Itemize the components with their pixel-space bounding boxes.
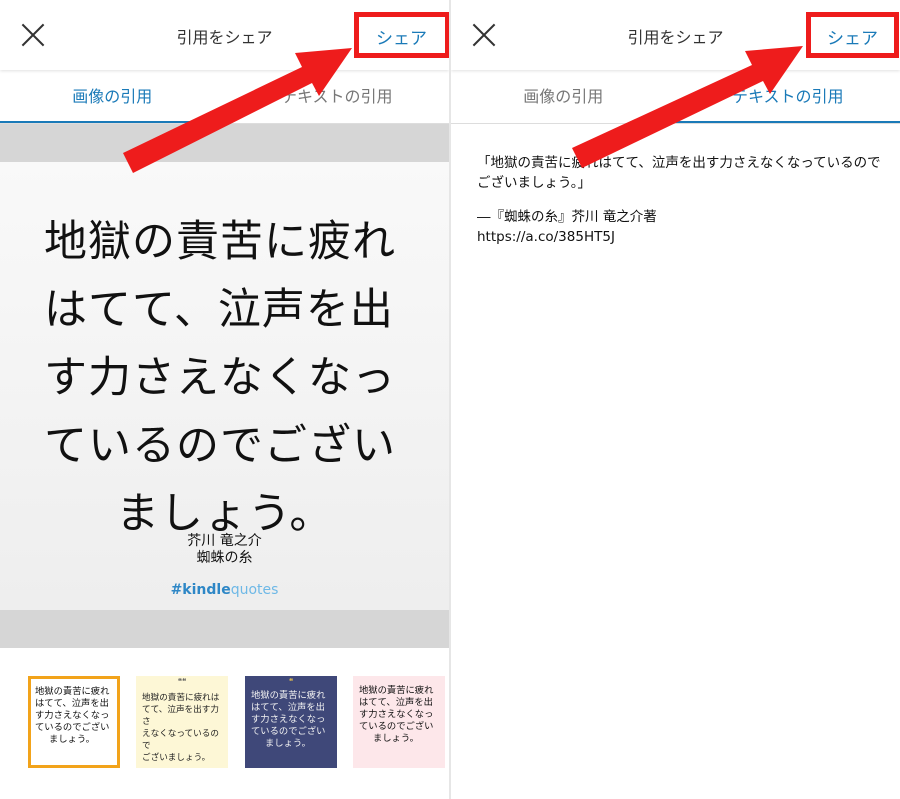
thumb-line: ましょう。 [373, 733, 419, 744]
quote-tabs: 画像の引用 テキストの引用 [0, 70, 449, 124]
thumb-line: ましょう。 [265, 738, 311, 749]
quote-tabs: 画像の引用 テキストの引用 [451, 70, 900, 124]
quote-marks-icon: ❝❝ [177, 677, 187, 686]
thumb-line: はてて、泣声を出 [251, 702, 325, 713]
thumbnail-style-yellow[interactable]: ❝❝ 地獄の責苦に疲れは てて、泣声を出す力さ えなくなっているので ございまし… [136, 676, 228, 768]
hashtag-quotes: quotes [230, 582, 279, 598]
quote-text: 地獄の責苦に疲れ はてて、泣声を出 す力さえなくなっ ているのでござい ましょう… [44, 208, 412, 548]
text-quote-attribution: ―『蜘蛛の糸』芥川 竜之介著 [477, 209, 657, 225]
quote-line: す力さえなくなっ [44, 353, 396, 403]
tab-image-quote[interactable]: 画像の引用 [451, 70, 676, 124]
quote-line: はてて、泣声を出 [44, 285, 394, 335]
thumb-line: 地獄の責苦に疲れは [142, 693, 220, 703]
share-highlight-box [354, 12, 449, 58]
thumbnail-style-navy[interactable]: ❝ 地獄の責苦に疲れ はてて、泣声を出 す力さえなくなっ ているのでござい まし… [245, 676, 337, 768]
thumb-line: 地獄の責苦に疲れ [251, 690, 326, 701]
quote-line: 地獄の責苦に疲れ [44, 217, 396, 267]
share-highlight-box [806, 12, 899, 58]
thumb-line: はてて、泣声を出 [359, 697, 433, 708]
text-quote-body: 「地獄の責苦に疲れはてて、泣声を出す力さえなくなっているのでございましょう。」 [477, 155, 881, 191]
thumb-line: す力さえなくなっ [251, 714, 326, 725]
thumb-line: 地獄の責苦に疲れ [359, 685, 434, 696]
tabs-divider [0, 123, 449, 124]
tab-text-quote[interactable]: テキストの引用 [675, 70, 900, 124]
tab-image-quote[interactable]: 画像の引用 [0, 70, 225, 124]
hashtag-kindle: #kindle [170, 582, 231, 598]
thumb-line: 地獄の責苦に疲れ [35, 686, 110, 697]
text-quote-screen: 引用をシェア シェア 画像の引用 テキストの引用 「地獄の責苦に疲れはてて、泣声… [451, 0, 900, 799]
quote-marks-icon: ❝ [288, 677, 294, 686]
quote-line: ているのでござい [44, 421, 396, 471]
tabs-divider [451, 123, 900, 124]
thumb-line: ているのでござい [359, 721, 434, 732]
thumb-line: ましょう。 [49, 734, 95, 745]
thumb-line: ているのでござい [251, 726, 326, 737]
thumb-line: てて、泣声を出す力さ [142, 705, 219, 727]
thumb-line: ているのでござい [35, 722, 110, 733]
tab-text-quote[interactable]: テキストの引用 [225, 70, 450, 124]
style-thumbnails: 地獄の責苦に疲れ はてて、泣声を出 す力さえなくなっ ているのでござい ましょう… [0, 648, 449, 799]
thumb-line: す力さえなくなっ [359, 709, 434, 720]
thumb-line: ございましょう。 [142, 753, 211, 763]
thumb-line: えなくなっているので [142, 729, 219, 751]
thumbnail-style-white[interactable]: 地獄の責苦に疲れ はてて、泣声を出 す力さえなくなっ ているのでござい ましょう… [28, 676, 120, 768]
text-quote-link[interactable]: https://a.co/385HT5J [477, 227, 887, 247]
hashtag: #kindlequotes [0, 582, 449, 598]
thumb-line: す力さえなくなっ [35, 710, 110, 721]
image-quote-screen: 引用をシェア シェア 画像の引用 テキストの引用 地獄の責苦に疲れ はてて、泣声… [0, 0, 449, 799]
thumbnail-style-pink[interactable]: 地獄の責苦に疲れ はてて、泣声を出 す力さえなくなっ ているのでござい ましょう… [353, 676, 445, 768]
thumb-line: はてて、泣声を出 [35, 698, 109, 709]
quote-book: 蜘蛛の糸 [196, 550, 253, 566]
